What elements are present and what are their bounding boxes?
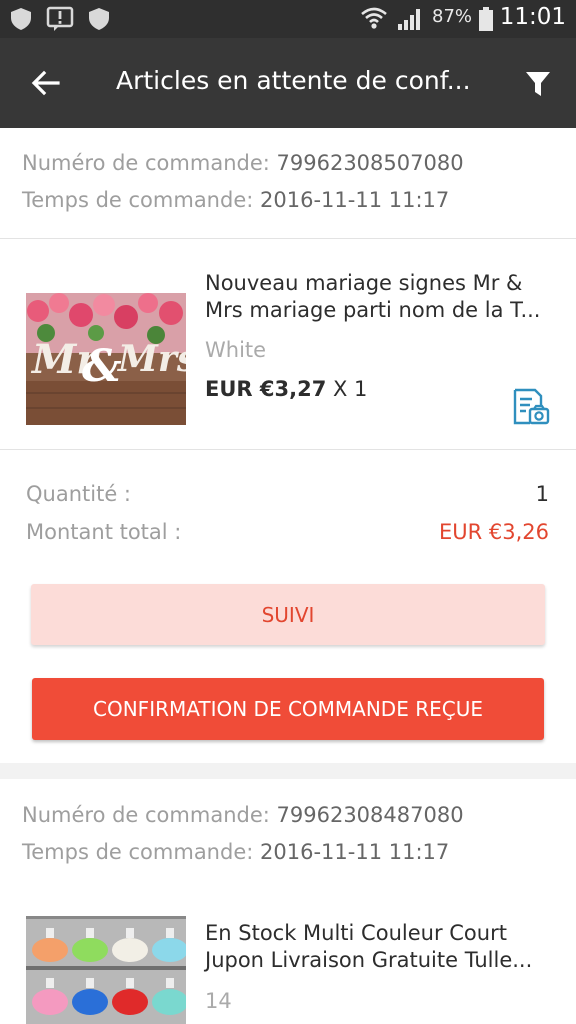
order-number-label: Numéro de commande: (22, 803, 270, 827)
order-number-value: 79962308487080 (276, 803, 464, 827)
order-number: Numéro de commande: 79962308487080 (22, 803, 464, 827)
product-title-line-1: En Stock Multi Couleur Court (205, 921, 507, 945)
product-title-line-1: Nouveau mariage signes Mr & (205, 271, 523, 295)
product-variant: 14 (205, 989, 232, 1013)
clock: 11:01 (499, 4, 566, 30)
order-time-value: 2016-11-11 11:17 (260, 188, 450, 212)
product-qty: X 1 (333, 377, 368, 401)
page-title: Articles en attente de conf... (116, 66, 471, 95)
status-bar: 87% 11:01 (0, 0, 576, 38)
product-variant: White (205, 338, 267, 362)
shield-icon (11, 8, 31, 30)
order-number-label: Numéro de commande: (22, 151, 270, 175)
filter-button[interactable] (516, 62, 560, 106)
order-time: Temps de commande: 2016-11-11 11:17 (22, 840, 449, 864)
quantity-value: 1 (535, 482, 549, 506)
order-time: Temps de commande: 2016-11-11 11:17 (22, 188, 449, 212)
order-number-value: 79962308507080 (276, 151, 464, 175)
order-number: Numéro de commande: 79962308507080 (22, 151, 464, 175)
order-time-label: Temps de commande: (22, 840, 254, 864)
svg-text:Mrs: Mrs (116, 338, 186, 380)
product-price: EUR €3,27 (205, 377, 327, 401)
product-photo: Mr & Mrs (26, 293, 186, 425)
filter-icon (526, 72, 550, 96)
total-value: EUR €3,26 (438, 520, 549, 544)
shield-icon-2 (89, 8, 109, 30)
divider (0, 449, 576, 450)
arrow-left-icon (31, 70, 60, 96)
order-time-value: 2016-11-11 11:17 (260, 840, 450, 864)
order-card: Numéro de commande: 79962308507080 Temps… (0, 128, 576, 763)
order-time-label: Temps de commande: (22, 188, 254, 212)
signal-icon (398, 9, 420, 30)
battery-icon (479, 7, 493, 31)
quantity-label: Quantité : (26, 482, 131, 506)
product-title-line-2: Mrs mariage parti nom de la T... (205, 298, 541, 322)
app-bar: Articles en attente de conf... (0, 38, 576, 128)
product-image[interactable]: Mr & Mrs (26, 293, 186, 425)
product-price-line: EUR €3,27 X 1 (205, 377, 367, 401)
back-button[interactable] (22, 62, 68, 104)
divider (0, 238, 576, 239)
wifi-icon (361, 7, 387, 29)
battery-percent: 87% (432, 6, 473, 27)
order-card: Numéro de commande: 79962308487080 Temps… (0, 779, 576, 1024)
track-button[interactable]: SUIVI (31, 584, 545, 645)
alert-message-icon (46, 6, 74, 31)
total-label: Montant total : (26, 520, 182, 544)
confirm-receipt-button[interactable]: CONFIRMATION DE COMMANDE REÇUE (32, 678, 544, 740)
product-photo (26, 916, 186, 1024)
product-title-line-2: Jupon Livraison Gratuite Tulle... (205, 948, 533, 972)
svg-text:&: & (82, 341, 122, 392)
product-title[interactable]: Nouveau mariage signes Mr & Mrs mariage … (205, 270, 555, 324)
snapshot-icon[interactable] (510, 387, 550, 427)
product-image[interactable] (26, 916, 186, 1024)
product-title[interactable]: En Stock Multi Couleur Court Jupon Livra… (205, 920, 555, 974)
